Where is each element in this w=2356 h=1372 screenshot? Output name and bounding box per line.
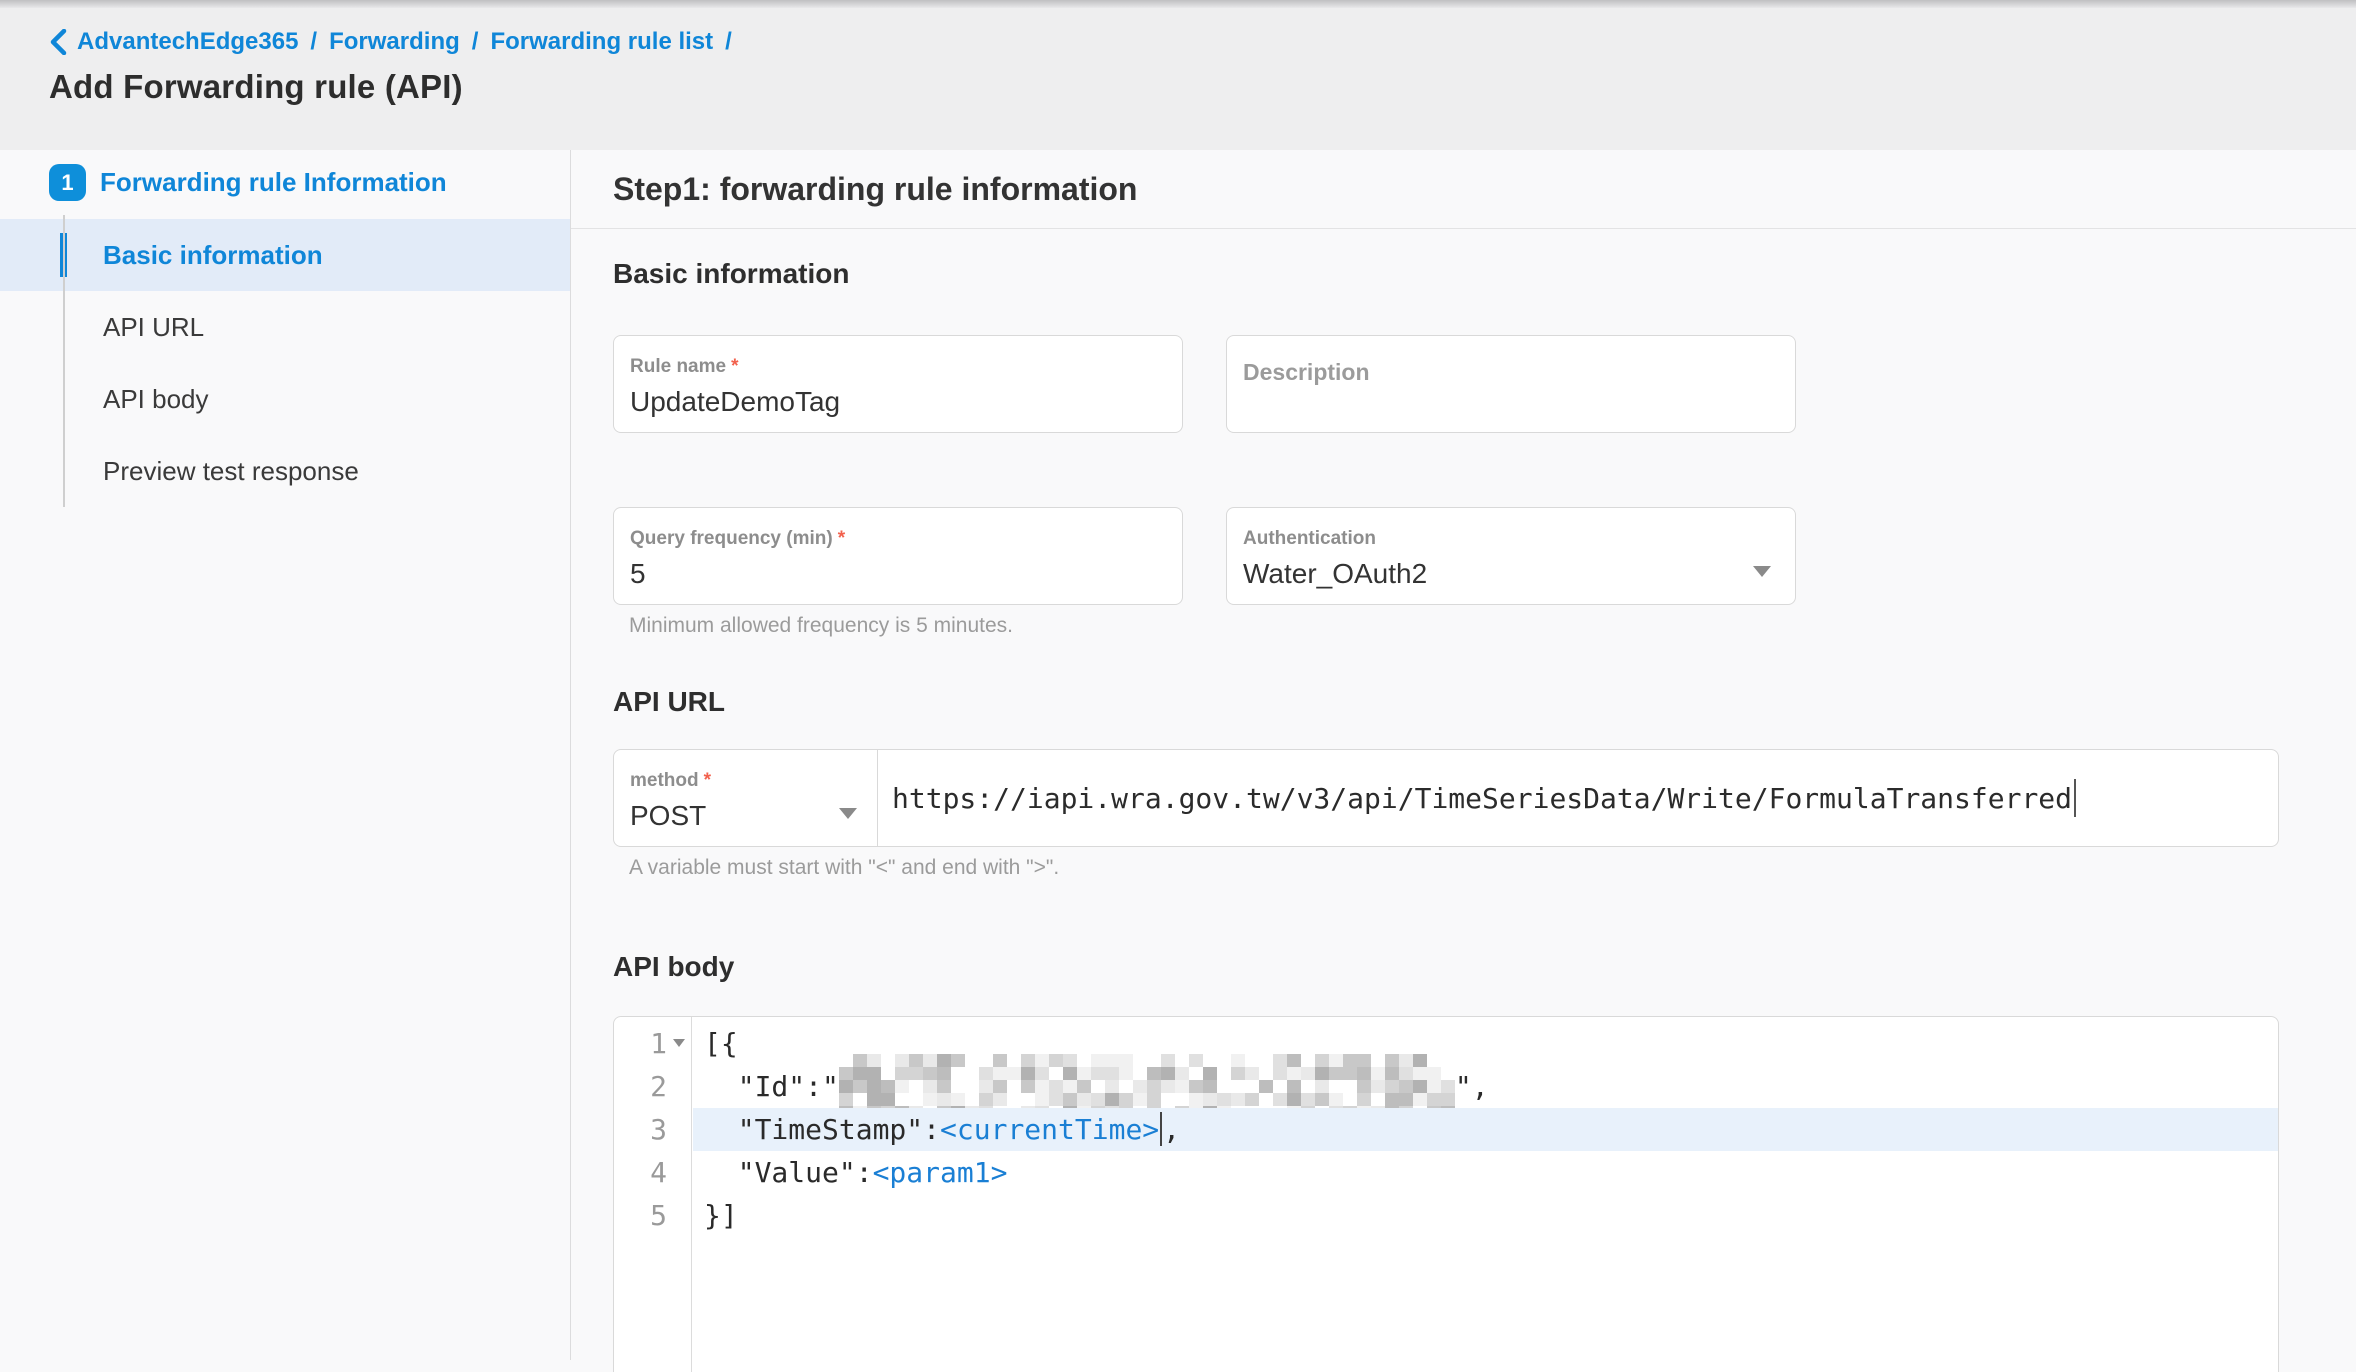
breadcrumb-item-home[interactable]: AdvantechEdge365 bbox=[77, 28, 298, 56]
chevron-down-icon bbox=[1753, 566, 1771, 577]
required-asterisk: * bbox=[731, 356, 738, 377]
code-line-5: }] bbox=[693, 1194, 2278, 1237]
line-number: 5 bbox=[650, 1194, 667, 1237]
breadcrumb-separator: / bbox=[725, 28, 732, 56]
breadcrumb-item-forwarding[interactable]: Forwarding bbox=[329, 28, 460, 56]
authentication-label: Authentication bbox=[1243, 528, 1779, 550]
code-line-2: "Id":"", bbox=[693, 1065, 2278, 1108]
editor-gutter: 1 2 3 4 5 bbox=[614, 1017, 692, 1372]
section-title-api-body: API body bbox=[613, 951, 2356, 983]
breadcrumb-separator: / bbox=[310, 28, 317, 56]
step-heading: Step1: forwarding rule information bbox=[571, 150, 2356, 229]
sidebar-item-basic-information[interactable]: Basic information bbox=[0, 219, 570, 291]
basic-info-row-1: Rule name* UpdateDemoTag Description bbox=[613, 335, 2356, 433]
api-url-input[interactable]: https://iapi.wra.gov.tw/v3/api/TimeSerie… bbox=[878, 750, 2278, 846]
description-field[interactable]: Description bbox=[1226, 335, 1796, 433]
method-label: method* bbox=[630, 770, 877, 792]
authentication-value: Water_OAuth2 bbox=[1243, 558, 1779, 590]
required-asterisk: * bbox=[838, 528, 845, 549]
query-frequency-label: Query frequency (min)* bbox=[630, 528, 1166, 550]
page-header: AdvantechEdge365 / Forwarding / Forwardi… bbox=[0, 8, 2356, 150]
text-cursor bbox=[2074, 779, 2076, 817]
chevron-down-icon bbox=[839, 808, 857, 819]
breadcrumb-item-rule-list[interactable]: Forwarding rule list bbox=[490, 28, 713, 56]
sidebar-item-label: API URL bbox=[103, 312, 204, 343]
line-number: 1 bbox=[650, 1022, 667, 1065]
step-number-badge: 1 bbox=[49, 164, 86, 201]
line-number: 2 bbox=[650, 1065, 667, 1108]
sidebar-item-label: Basic information bbox=[103, 240, 323, 271]
window-top-edge bbox=[0, 0, 2356, 8]
description-placeholder: Description bbox=[1243, 356, 1779, 386]
sidebar-item-api-url[interactable]: API URL bbox=[0, 291, 570, 363]
variable-token-param1: <param1> bbox=[873, 1156, 1008, 1189]
rule-name-label: Rule name* bbox=[630, 356, 1166, 378]
rule-name-value: UpdateDemoTag bbox=[630, 386, 1166, 418]
required-asterisk: * bbox=[704, 770, 711, 791]
code-area: [{ "Id":"", "TimeStamp":<currentTime>, "… bbox=[693, 1017, 2278, 1237]
sidebar-item-preview-test-response[interactable]: Preview test response bbox=[0, 435, 570, 507]
main-content: Step1: forwarding rule information Basic… bbox=[571, 150, 2356, 1360]
basic-info-row-2: Query frequency (min)* 5 Authentication … bbox=[613, 507, 2356, 605]
line-number: 3 bbox=[650, 1108, 667, 1151]
sidebar-item-api-body[interactable]: API body bbox=[0, 363, 570, 435]
query-frequency-value: 5 bbox=[630, 558, 1166, 590]
code-line-3-active: "TimeStamp":<currentTime>, bbox=[693, 1108, 2278, 1151]
breadcrumb-separator: / bbox=[472, 28, 479, 56]
step-guide-line bbox=[63, 215, 65, 507]
variable-token-currenttime: <currentTime> bbox=[940, 1113, 1159, 1146]
text-cursor bbox=[1160, 1112, 1162, 1146]
query-frequency-field[interactable]: Query frequency (min)* 5 bbox=[613, 507, 1183, 605]
api-url-helper: A variable must start with "<" and end w… bbox=[629, 855, 2356, 881]
section-title-api-url: API URL bbox=[613, 686, 2356, 718]
api-body-code-editor[interactable]: 1 2 3 4 5 [{ "Id":"", "TimeStamp":<curre… bbox=[613, 1016, 2279, 1372]
step-section-nav: Basic information API URL API body Previ… bbox=[0, 219, 570, 507]
code-fold-icon[interactable] bbox=[673, 1039, 685, 1047]
code-line-4: "Value":<param1> bbox=[693, 1151, 2278, 1194]
sidebar-item-label: API body bbox=[103, 384, 209, 415]
wizard-step-1[interactable]: 1 Forwarding rule Information bbox=[49, 164, 447, 201]
rule-name-field[interactable]: Rule name* UpdateDemoTag bbox=[613, 335, 1183, 433]
section-title-basic-information: Basic information bbox=[613, 258, 2356, 290]
sidebar-item-label: Preview test response bbox=[103, 456, 359, 487]
method-select[interactable]: method* POST bbox=[614, 750, 878, 846]
query-frequency-helper: Minimum allowed frequency is 5 minutes. bbox=[629, 613, 2356, 639]
chevron-left-icon[interactable] bbox=[49, 29, 67, 55]
authentication-select[interactable]: Authentication Water_OAuth2 bbox=[1226, 507, 1796, 605]
step-label: Forwarding rule Information bbox=[100, 167, 447, 198]
breadcrumb: AdvantechEdge365 / Forwarding / Forwardi… bbox=[49, 28, 2356, 56]
api-url-bar: method* POST https://iapi.wra.gov.tw/v3/… bbox=[613, 749, 2279, 847]
wizard-sidebar: 1 Forwarding rule Information Basic info… bbox=[0, 150, 571, 1360]
line-number: 4 bbox=[650, 1151, 667, 1194]
api-url-value: https://iapi.wra.gov.tw/v3/api/TimeSerie… bbox=[892, 782, 2072, 815]
page-title: Add Forwarding rule (API) bbox=[49, 68, 2356, 106]
